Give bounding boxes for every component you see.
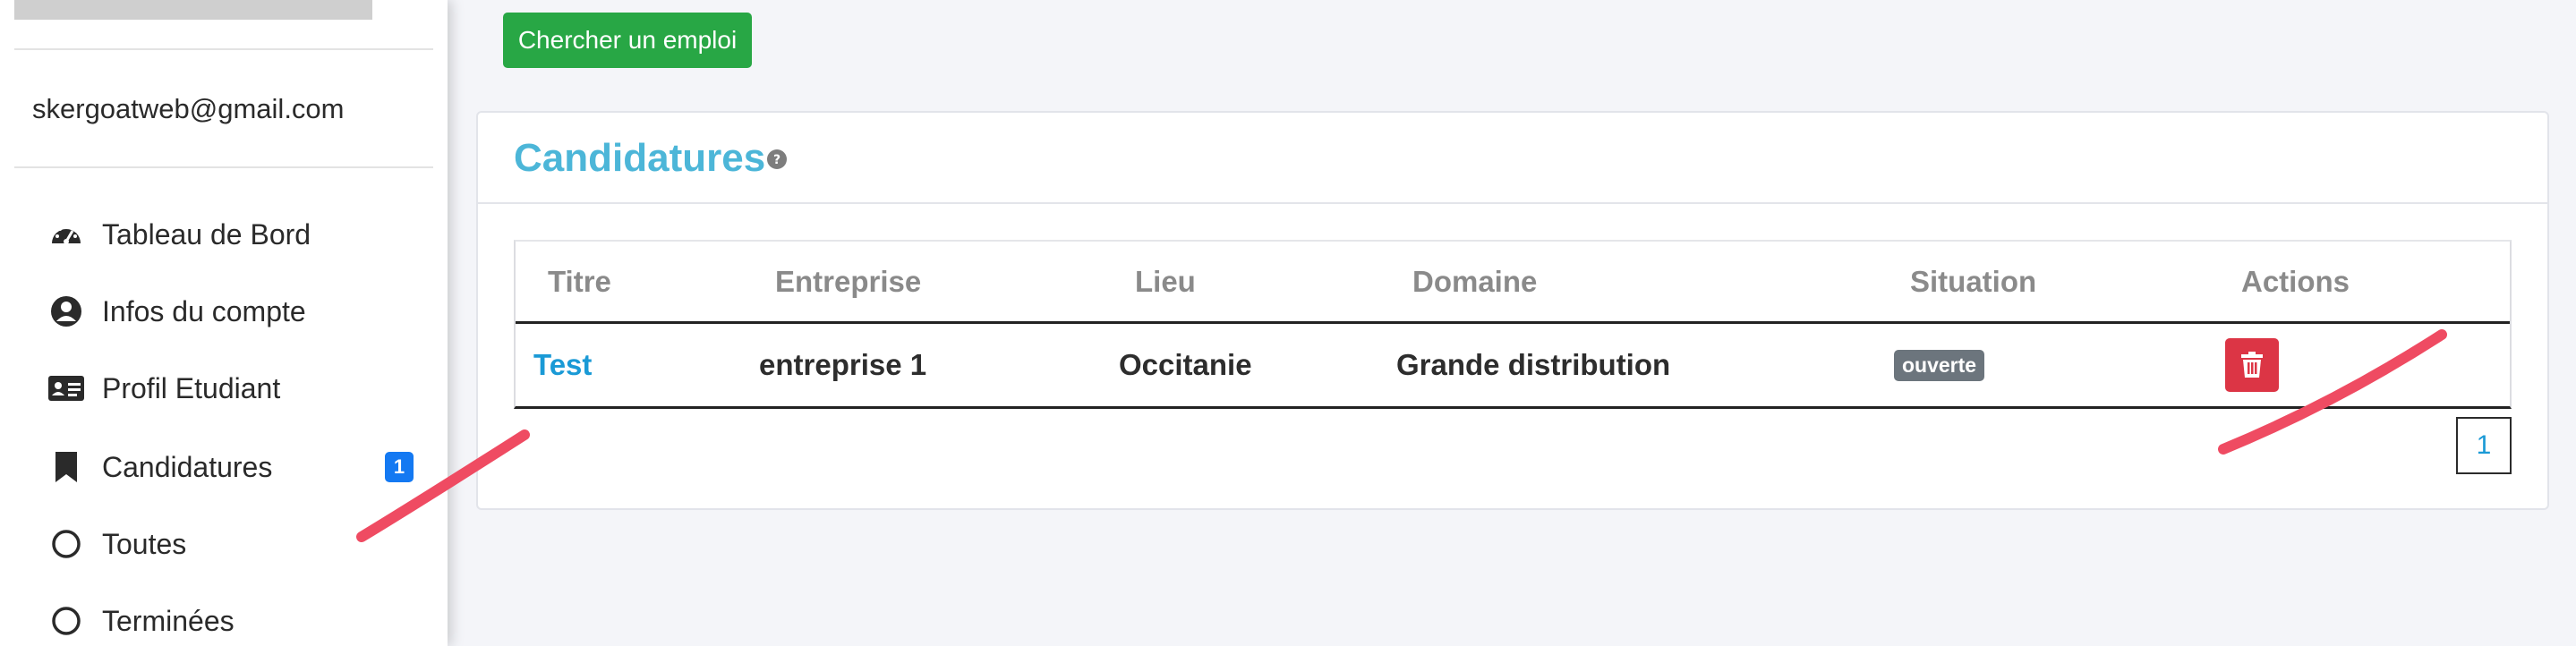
actions-cell (2225, 324, 2279, 406)
id-card-icon (47, 369, 86, 408)
sidebar-item-label: Infos du compte (102, 294, 306, 327)
bookmark-icon (47, 447, 86, 487)
status-cell: ouverte (1894, 324, 1985, 406)
sidebar-item-all[interactable]: Toutes (47, 517, 414, 571)
column-header-company[interactable]: Entreprise (775, 242, 921, 321)
applications-table: Titre Entreprise Lieu Domaine Situation … (514, 240, 2512, 409)
user-circle-icon (47, 292, 86, 331)
table-row: Test entreprise 1 Occitanie Grande distr… (516, 324, 2510, 406)
dashboard-gauge-icon (47, 215, 86, 254)
column-header-location[interactable]: Lieu (1135, 242, 1196, 321)
sidebar-item-label: Tableau de Bord (102, 217, 311, 251)
sidebar-item-applications[interactable]: Candidatures 1 (47, 440, 414, 494)
delete-button[interactable] (2225, 338, 2279, 392)
sidebar-item-student-profile[interactable]: Profil Etudiant (47, 361, 414, 415)
sidebar-item-account-info[interactable]: Infos du compte (47, 285, 414, 338)
trash-icon (2241, 352, 2263, 378)
pagination-page-button[interactable]: 1 (2456, 417, 2512, 474)
sidebar: skergoatweb@gmail.com Tableau de Bord In (0, 0, 448, 646)
divider (14, 166, 433, 168)
applications-card: Candidatures ? Titre Entreprise Lieu Dom… (476, 111, 2549, 510)
status-badge: ouverte (1894, 349, 1985, 381)
card-title: Candidatures (514, 136, 766, 180)
sidebar-item-label: Candidatures (102, 450, 273, 483)
column-header-title[interactable]: Titre (548, 242, 611, 321)
sidebar-item-finished[interactable]: Terminées (47, 594, 414, 646)
divider (14, 48, 433, 50)
column-header-status[interactable]: Situation (1910, 242, 2036, 321)
count-badge: 1 (385, 452, 414, 482)
circle-outline-icon (47, 524, 86, 564)
profile-banner (14, 0, 372, 20)
column-header-domain[interactable]: Domaine (1412, 242, 1537, 321)
table-header-row: Titre Entreprise Lieu Domaine Situation … (516, 242, 2510, 324)
user-email: skergoatweb@gmail.com (32, 93, 345, 124)
sidebar-item-dashboard[interactable]: Tableau de Bord (47, 208, 414, 261)
sidebar-item-label: Terminées (102, 604, 235, 637)
search-job-button[interactable]: Chercher un emploi (503, 13, 752, 68)
card-header: Candidatures ? (478, 113, 2547, 204)
sidebar-item-label: Toutes (102, 527, 187, 560)
company-cell: entreprise 1 (759, 348, 927, 381)
column-header-actions: Actions (2241, 264, 2350, 298)
sidebar-item-label: Profil Etudiant (102, 371, 281, 404)
location-cell: Occitanie (1119, 348, 1252, 381)
question-circle-icon[interactable]: ? (766, 149, 788, 170)
application-title-link[interactable]: Test (533, 324, 592, 406)
circle-outline-icon (47, 601, 86, 641)
domain-cell: Grande distribution (1396, 348, 1671, 381)
svg-text:?: ? (773, 153, 780, 167)
